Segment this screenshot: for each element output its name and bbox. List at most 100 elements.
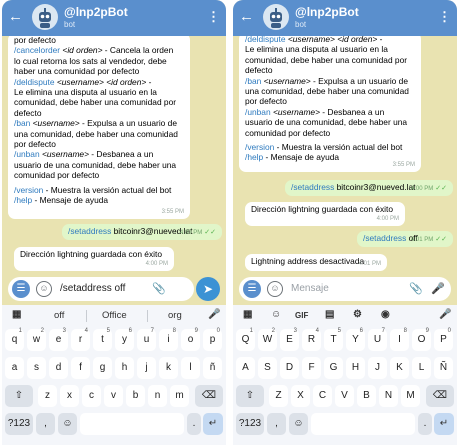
microphone-icon[interactable]: 🎤 xyxy=(431,282,445,295)
period-key[interactable]: . xyxy=(187,413,201,435)
message-input-pill[interactable]: ☰ ☺ Mensaje 📎 🎤 xyxy=(239,277,451,301)
key-B[interactable]: B xyxy=(357,385,376,407)
gif-button[interactable]: GIF xyxy=(295,311,308,320)
key-k[interactable]: k xyxy=(159,357,178,379)
enter-key[interactable]: ↵ xyxy=(434,413,454,435)
key-c[interactable]: c xyxy=(82,385,101,407)
attach-icon[interactable]: 📎 xyxy=(152,282,166,295)
bot-menu-icon[interactable]: ☰ xyxy=(243,280,261,298)
key-E[interactable]: E3 xyxy=(280,328,299,351)
key-h[interactable]: h xyxy=(115,357,134,379)
key-F[interactable]: F xyxy=(302,357,321,379)
suggestion-3[interactable]: org xyxy=(168,310,182,321)
chat-messages[interactable]: por defecto /cancelorder <id orden> - Ca… xyxy=(2,36,226,273)
command-link[interactable]: /unban xyxy=(14,149,40,159)
sticker-icon[interactable]: ☺ xyxy=(271,309,281,320)
keyboard-microphone-icon[interactable]: 🎤 xyxy=(439,309,451,320)
more-options-icon[interactable]: ⋮ xyxy=(207,9,220,25)
key-j[interactable]: j xyxy=(137,357,156,379)
numbers-key[interactable]: ?123 xyxy=(5,413,33,435)
key-K[interactable]: K xyxy=(390,357,409,379)
settings-gear-icon[interactable]: ⚙ xyxy=(353,309,362,320)
key-ñ[interactable]: ñ xyxy=(203,357,222,379)
key-t[interactable]: t5 xyxy=(93,328,112,351)
command-link[interactable]: /setaddress xyxy=(68,226,111,236)
emoji-key[interactable]: ☺ xyxy=(58,413,77,435)
key-f[interactable]: f xyxy=(71,357,90,379)
comma-key[interactable]: , xyxy=(36,413,55,435)
bot-menu-icon[interactable]: ☰ xyxy=(12,280,30,298)
command-link[interactable]: /ban xyxy=(245,76,261,86)
send-button[interactable]: ➤ xyxy=(196,277,220,301)
message-input[interactable]: Mensaje xyxy=(291,283,329,294)
key-d[interactable]: d xyxy=(49,357,68,379)
command-link[interactable]: /setaddress xyxy=(291,182,334,192)
key-y[interactable]: y6 xyxy=(115,328,134,351)
clipboard-icon[interactable]: ▤ xyxy=(325,309,334,320)
key-l[interactable]: l xyxy=(181,357,200,379)
key-w[interactable]: w2 xyxy=(27,328,46,351)
key-Y[interactable]: Y6 xyxy=(346,328,365,351)
key-L[interactable]: L xyxy=(412,357,431,379)
key-i[interactable]: i8 xyxy=(159,328,178,351)
key-g[interactable]: g xyxy=(93,357,112,379)
backspace-key[interactable]: ⌫ xyxy=(195,385,223,407)
numbers-key[interactable]: ?123 xyxy=(236,413,264,435)
key-J[interactable]: J xyxy=(368,357,387,379)
key-z[interactable]: z xyxy=(38,385,57,407)
emoji-key[interactable]: ☺ xyxy=(289,413,308,435)
suggestion-2[interactable]: Office xyxy=(102,310,127,321)
key-N[interactable]: N xyxy=(379,385,398,407)
key-o[interactable]: o9 xyxy=(181,328,200,351)
key-Q[interactable]: Q1 xyxy=(236,328,255,351)
key-R[interactable]: R4 xyxy=(302,328,321,351)
bot-avatar[interactable] xyxy=(32,4,58,30)
command-link[interactable]: /help xyxy=(245,152,263,162)
key-T[interactable]: T5 xyxy=(324,328,343,351)
bot-avatar[interactable] xyxy=(263,4,289,30)
key-x[interactable]: x xyxy=(60,385,79,407)
back-arrow-icon[interactable]: ← xyxy=(8,9,23,25)
apps-grid-icon[interactable]: ▦ xyxy=(12,309,21,320)
back-arrow-icon[interactable]: ← xyxy=(239,9,254,25)
period-key[interactable]: . xyxy=(418,413,432,435)
key-m[interactable]: m xyxy=(170,385,189,407)
attach-icon[interactable]: 📎 xyxy=(409,282,423,295)
key-e[interactable]: e3 xyxy=(49,328,68,351)
key-s[interactable]: s xyxy=(27,357,46,379)
command-link[interactable]: /version xyxy=(245,142,274,152)
shift-key[interactable]: ⇧ xyxy=(236,385,264,407)
more-options-icon[interactable]: ⋮ xyxy=(438,9,451,25)
key-U[interactable]: U7 xyxy=(368,328,387,351)
command-link[interactable]: /ban xyxy=(14,118,30,128)
emoji-icon[interactable]: ☺ xyxy=(36,281,52,297)
message-input[interactable]: /setaddress off xyxy=(60,283,125,294)
key-M[interactable]: M xyxy=(401,385,420,407)
key-I[interactable]: I8 xyxy=(390,328,409,351)
key-n[interactable]: n xyxy=(148,385,167,407)
message-input-pill[interactable]: ☰ ☺ /setaddress off 📎 xyxy=(8,277,194,301)
command-link[interactable]: /deldispute xyxy=(14,77,55,87)
key-C[interactable]: C xyxy=(313,385,332,407)
key-W[interactable]: W2 xyxy=(258,328,277,351)
comma-key[interactable]: , xyxy=(267,413,286,435)
chat-messages[interactable]: /deldispute <username> <id orden> - Le e… xyxy=(233,36,457,274)
key-P[interactable]: P0 xyxy=(434,328,453,351)
key-S[interactable]: S xyxy=(258,357,277,379)
emoji-icon[interactable]: ☺ xyxy=(267,281,283,297)
enter-key[interactable]: ↵ xyxy=(203,413,223,435)
key-q[interactable]: q1 xyxy=(5,328,24,351)
key-D[interactable]: D xyxy=(280,357,299,379)
microphone-icon[interactable]: 🎤 xyxy=(208,309,220,320)
command-link[interactable]: /version xyxy=(14,185,43,195)
suggestion-1[interactable]: off xyxy=(54,310,64,321)
key-G[interactable]: G xyxy=(324,357,343,379)
key-u[interactable]: u7 xyxy=(137,328,156,351)
space-key[interactable] xyxy=(311,413,415,435)
shift-key[interactable]: ⇧ xyxy=(5,385,33,407)
key-v[interactable]: v xyxy=(104,385,123,407)
theme-palette-icon[interactable]: ◉ xyxy=(381,309,390,320)
key-V[interactable]: V xyxy=(335,385,354,407)
key-X[interactable]: X xyxy=(291,385,310,407)
key-H[interactable]: H xyxy=(346,357,365,379)
